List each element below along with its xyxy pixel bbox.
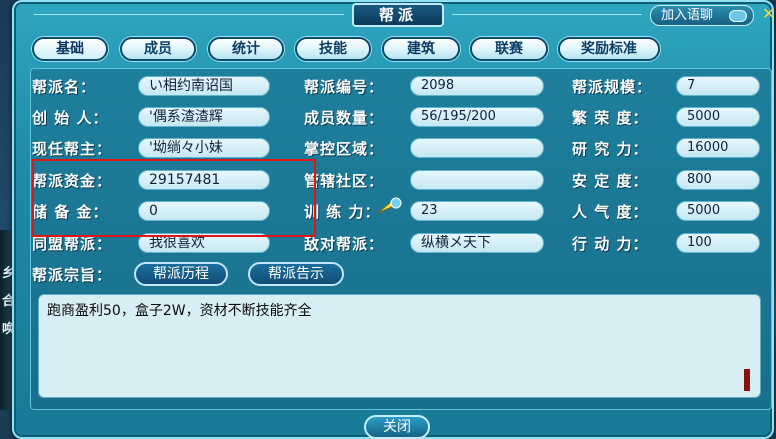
guild-funds-value: 29157481 [138, 170, 270, 190]
research-power-value: 16000 [676, 138, 760, 158]
current-leader-value: '坳绱々小妹 [138, 138, 270, 158]
current-leader-label: 现任帮主： [32, 140, 113, 158]
stability-value: 800 [676, 170, 760, 190]
prosperity-label: 繁 荣 度： [572, 109, 649, 127]
guild-scale-value: 7 [676, 76, 760, 96]
stability-label: 安 定 度： [572, 172, 649, 190]
tab-guild-notice[interactable]: 帮派告示 [248, 262, 344, 286]
popularity-value: 5000 [676, 201, 760, 221]
title-rule-right [452, 14, 642, 15]
skill-comet-icon [377, 195, 402, 214]
tab-league[interactable]: 联赛 [470, 37, 548, 61]
allied-guild-label: 同盟帮派： [32, 235, 113, 253]
guild-purpose-label: 帮派宗旨： [32, 266, 113, 284]
guild-id-label: 帮派编号： [304, 78, 385, 96]
close-button[interactable]: 关闭 [364, 415, 430, 439]
scroll-marker[interactable] [744, 369, 750, 391]
join-voice-chat-button[interactable]: 加入语聊 [650, 5, 754, 26]
tab-basic[interactable]: 基础 [32, 37, 108, 61]
research-power-label: 研 究 力： [572, 140, 649, 158]
action-power-value: 100 [676, 233, 760, 253]
tab-skills[interactable]: 技能 [295, 37, 371, 61]
guild-name-value: い相约南诏国 [138, 76, 270, 96]
tab-statistics[interactable]: 统计 [208, 37, 284, 61]
tab-guild-history[interactable]: 帮派历程 [134, 262, 228, 286]
guild-id-value: 2098 [410, 76, 544, 96]
popularity-label: 人 气 度： [572, 203, 649, 221]
guild-window: 帮派 加入语聊 ✕ 基础 成员 统计 技能 建筑 联赛 奖励标准 帮派名： い相… [12, 0, 776, 439]
guild-scale-label: 帮派规模： [572, 78, 653, 96]
chat-toggle-icon [729, 10, 747, 22]
founder-label: 创 始 人： [32, 109, 109, 127]
training-power-label: 训 练 力： [304, 203, 381, 221]
controlled-region-value [410, 138, 544, 158]
join-voice-chat-label: 加入语聊 [661, 8, 714, 23]
member-count-label: 成员数量： [304, 109, 385, 127]
allied-guild-value: 我很喜欢 [138, 233, 270, 253]
guild-funds-label: 帮派资金： [32, 172, 113, 190]
enemy-guild-value: 纵横メ天下 [410, 233, 544, 253]
training-power-value: 23 [410, 201, 544, 221]
prosperity-value: 5000 [676, 107, 760, 127]
community-value [410, 170, 544, 190]
close-icon[interactable]: ✕ [762, 5, 776, 23]
tab-reward-standards[interactable]: 奖励标准 [558, 37, 660, 61]
tab-buildings[interactable]: 建筑 [382, 37, 460, 61]
tab-members[interactable]: 成员 [120, 37, 196, 61]
community-label: 管辖社区： [304, 172, 385, 190]
guild-purpose-text[interactable]: 跑商盈利50，盒子2W，资材不断技能齐全 [38, 294, 761, 398]
founder-value: '偶系渣渣辉 [138, 107, 270, 127]
enemy-guild-label: 敌对帮派： [304, 235, 385, 253]
controlled-region-label: 掌控区域： [304, 140, 385, 158]
action-power-label: 行 动 力： [572, 235, 649, 253]
guild-name-label: 帮派名： [32, 78, 97, 96]
reserve-funds-value: 0 [138, 201, 270, 221]
reserve-funds-label: 储 备 金： [32, 203, 109, 221]
member-count-value: 56/195/200 [410, 107, 544, 127]
window-title: 帮派 [352, 3, 444, 27]
title-rule-left [34, 14, 344, 15]
